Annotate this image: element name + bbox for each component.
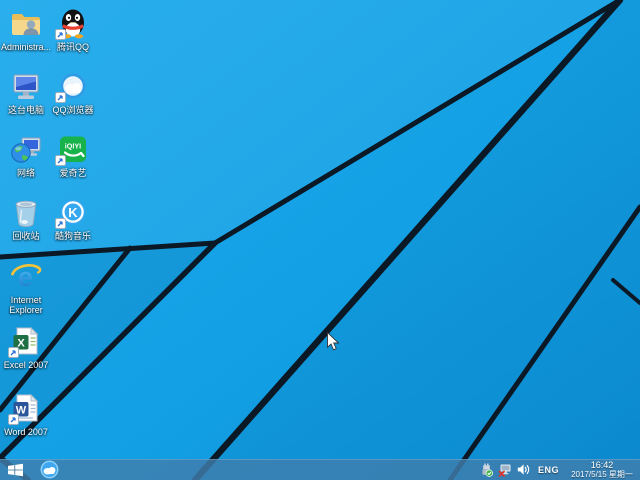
start-button[interactable] [0,459,30,480]
desktop-icon-label: QQ浏览器 [44,105,102,115]
system-tray: ENG 16:42 2017/5/15 星期一 [480,460,640,479]
network-disconnected-tray-icon[interactable] [498,463,512,477]
language-indicator[interactable]: ENG [538,465,559,475]
taskbar: ENG 16:42 2017/5/15 星期一 [0,459,640,480]
svg-text:K: K [68,205,78,220]
desktop-icon-label: Internet Explorer [0,295,53,315]
shortcut-arrow-icon [8,414,19,425]
shortcut-arrow-icon [55,29,66,40]
taskbar-clock[interactable]: 16:42 2017/5/15 星期一 [567,460,637,479]
desktop-icon-qq-browser[interactable]: QQ浏览器 [44,70,102,115]
shortcut-arrow-icon [55,155,66,166]
desktop-icon-excel-2007[interactable]: X Excel 2007 [0,325,53,370]
desktop-icon-kugou-music[interactable]: K 酷狗音乐 [44,196,102,241]
desktop-icon-tencent-qq[interactable]: 腾讯QQ [44,7,102,52]
clock-date: 2017/5/15 星期一 [567,470,637,479]
desktop-screen: Administra... 这台电脑 [0,0,640,480]
user-folder-icon [10,7,42,39]
network-icon [10,133,42,165]
svg-text:iQIYI: iQIYI [65,142,81,151]
desktop-icon-label: 爱奇艺 [44,168,102,178]
shortcut-arrow-icon [55,92,66,103]
desktop-icon-label: Word 2007 [0,427,53,437]
qq-browser-taskbar-icon [40,460,59,479]
internet-explorer-icon: e [10,260,42,292]
desktop-icon-word-2007[interactable]: W Word 2007 [0,392,53,437]
clock-time: 16:42 [567,460,637,470]
desktop-icon-internet-explorer[interactable]: e Internet Explorer [0,260,53,315]
volume-tray-icon[interactable] [517,463,530,476]
desktop-icon-label: 腾讯QQ [44,42,102,52]
recycle-bin-icon [10,196,42,228]
this-pc-icon [10,70,42,102]
shortcut-arrow-icon [8,347,19,358]
usb-tray-icon[interactable] [480,463,493,477]
windows-logo-icon [8,463,23,477]
taskbar-qq-browser-button[interactable] [36,459,62,480]
mouse-cursor [327,332,340,351]
desktop-icon-label: Excel 2007 [0,360,53,370]
shortcut-arrow-icon [55,218,66,229]
desktop-icon-iqiyi[interactable]: iQIYI 爱奇艺 [44,133,102,178]
desktop-icon-label: 酷狗音乐 [44,231,102,241]
